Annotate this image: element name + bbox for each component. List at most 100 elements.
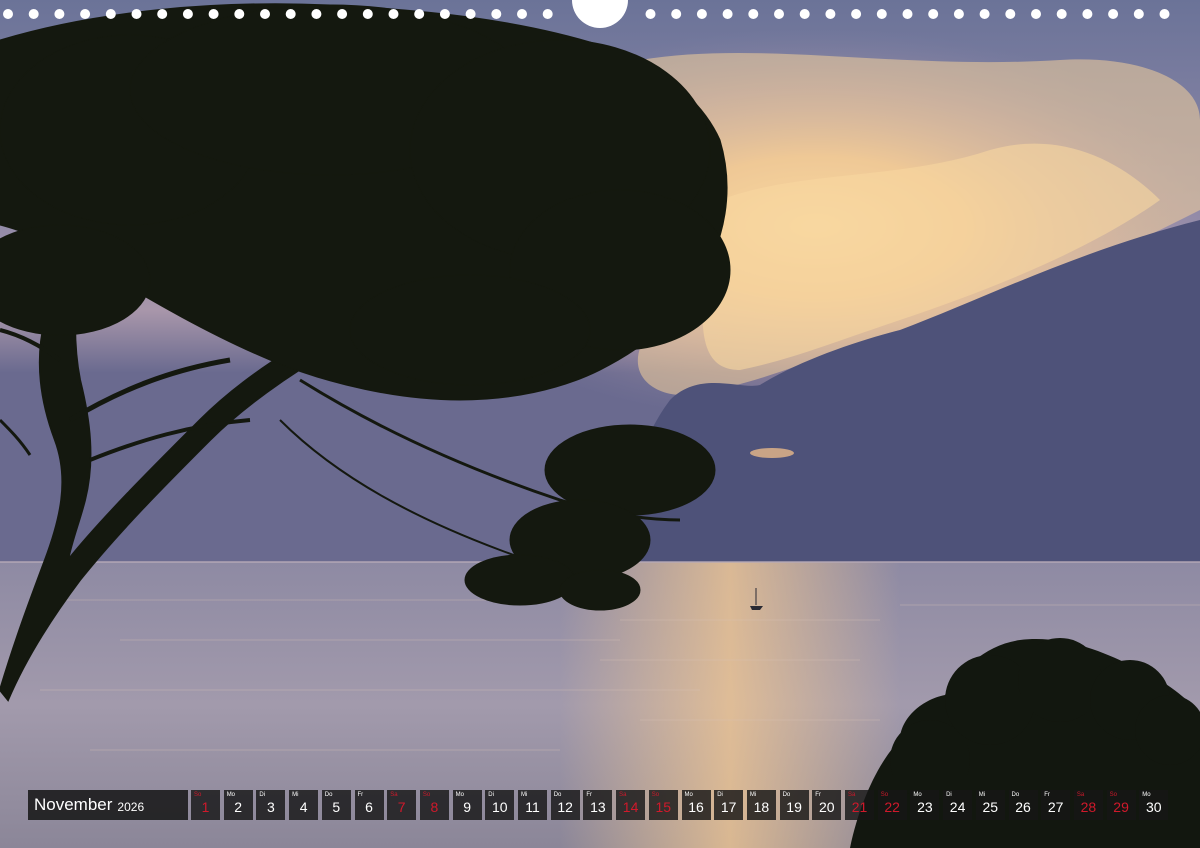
day-abbr: Mo xyxy=(226,792,236,798)
month-label: November 2026 xyxy=(28,790,188,820)
day-number: 15 xyxy=(655,799,672,815)
binding-hole xyxy=(131,9,142,19)
sunset-sea-photo xyxy=(0,0,1200,848)
binding-hole xyxy=(105,9,116,19)
binding-hole xyxy=(671,9,682,19)
binding-hole xyxy=(388,9,399,19)
day-cell: Di 3 xyxy=(256,790,286,820)
binding-hole xyxy=(54,9,65,19)
day-number: 26 xyxy=(1015,799,1031,815)
day-cell: So 1 xyxy=(191,790,220,820)
day-number: 14 xyxy=(622,799,639,815)
binding-hole xyxy=(3,9,13,19)
day-number: 7 xyxy=(397,799,406,815)
day-number: 8 xyxy=(430,799,439,815)
binding-hole xyxy=(1056,9,1067,19)
binding-hole xyxy=(260,9,270,19)
day-abbr: So xyxy=(1109,792,1117,798)
day-cell: Do 26 xyxy=(1008,790,1038,820)
day-number: 27 xyxy=(1047,799,1064,815)
day-cell: Mo 9 xyxy=(452,790,482,820)
day-number: 24 xyxy=(949,799,966,815)
binding-hole xyxy=(774,9,784,19)
binding-hole xyxy=(748,9,759,19)
day-abbr: Sa xyxy=(390,792,398,798)
day-abbr: Mi xyxy=(749,792,757,798)
day-cell: So 15 xyxy=(648,790,678,820)
day-number: 28 xyxy=(1080,799,1097,815)
day-abbr: Di xyxy=(946,792,952,798)
binding-hole xyxy=(645,9,656,19)
hanger-cutout xyxy=(572,0,628,28)
small-lit-cloud xyxy=(750,448,794,458)
day-cell: Do 5 xyxy=(321,790,351,820)
binding-hole xyxy=(362,9,373,19)
day-number: 17 xyxy=(720,799,737,815)
day-abbr: Do xyxy=(324,792,333,798)
binding-hole xyxy=(696,9,707,19)
day-number: 18 xyxy=(753,799,770,815)
day-cell: Mo 16 xyxy=(681,790,711,820)
binding-hole xyxy=(928,9,939,19)
day-number: 25 xyxy=(982,799,999,815)
day-number: 5 xyxy=(332,799,341,815)
day-cell: So 8 xyxy=(419,790,449,820)
day-abbr: Do xyxy=(782,792,791,798)
day-cell: Di 17 xyxy=(714,790,744,820)
day-cell: Mo 30 xyxy=(1139,790,1169,820)
binding-hole xyxy=(902,9,913,19)
day-abbr: So xyxy=(651,792,660,798)
binding-hole xyxy=(851,9,862,19)
day-abbr: Di xyxy=(488,792,494,798)
binding-hole xyxy=(285,9,296,19)
day-abbr: Mo xyxy=(455,792,464,798)
day-abbr: Mi xyxy=(292,792,299,798)
day-number: 11 xyxy=(525,799,540,815)
binding-hole xyxy=(1159,9,1170,19)
binding-hole xyxy=(876,9,887,19)
day-abbr: Sa xyxy=(1076,792,1085,798)
day-cell: So 22 xyxy=(877,790,907,820)
binding-hole xyxy=(722,9,733,19)
binding-hole xyxy=(439,9,450,19)
day-cell: Fr 27 xyxy=(1041,790,1071,820)
day-number: 21 xyxy=(851,799,868,815)
day-cell: Fr 6 xyxy=(354,790,384,820)
day-number: 3 xyxy=(266,799,275,815)
day-number: 22 xyxy=(884,799,900,815)
day-abbr: Fr xyxy=(586,792,593,798)
binding-hole xyxy=(1082,9,1093,19)
day-abbr: So xyxy=(194,792,202,798)
binding-hole xyxy=(234,9,245,19)
binding-hole xyxy=(182,9,193,19)
day-cell: Mi 4 xyxy=(289,790,319,820)
calendar-binding-holes xyxy=(3,0,1170,28)
day-abbr: So xyxy=(880,792,889,798)
day-cell: Mo 23 xyxy=(910,790,940,820)
day-cell: So 29 xyxy=(1106,790,1136,820)
binding-hole xyxy=(465,9,476,19)
day-number: 1 xyxy=(201,799,210,815)
day-abbr: Mo xyxy=(1142,792,1151,798)
day-abbr: Do xyxy=(553,792,562,798)
binding-hole xyxy=(1031,9,1041,19)
day-cell: Do 12 xyxy=(550,790,580,820)
binding-hole xyxy=(1133,9,1144,19)
day-number: 12 xyxy=(557,799,573,815)
day-number: 13 xyxy=(590,799,606,815)
day-cell: Di 10 xyxy=(485,790,515,820)
binding-hole xyxy=(1108,9,1119,19)
day-number: 20 xyxy=(819,799,835,815)
day-cell: Sa 14 xyxy=(616,790,646,820)
binding-hole xyxy=(80,9,91,19)
day-cell: Fr 13 xyxy=(583,790,613,820)
binding-hole xyxy=(1005,9,1016,19)
day-abbr: Fr xyxy=(1044,792,1050,798)
day-number: 9 xyxy=(463,799,471,815)
day-abbr: Mi xyxy=(521,792,528,798)
day-number: 4 xyxy=(299,799,308,815)
day-cell: Di 24 xyxy=(943,790,973,820)
day-abbr: Sa xyxy=(848,792,856,798)
binding-hole xyxy=(28,9,39,19)
day-abbr: Sa xyxy=(619,792,627,798)
